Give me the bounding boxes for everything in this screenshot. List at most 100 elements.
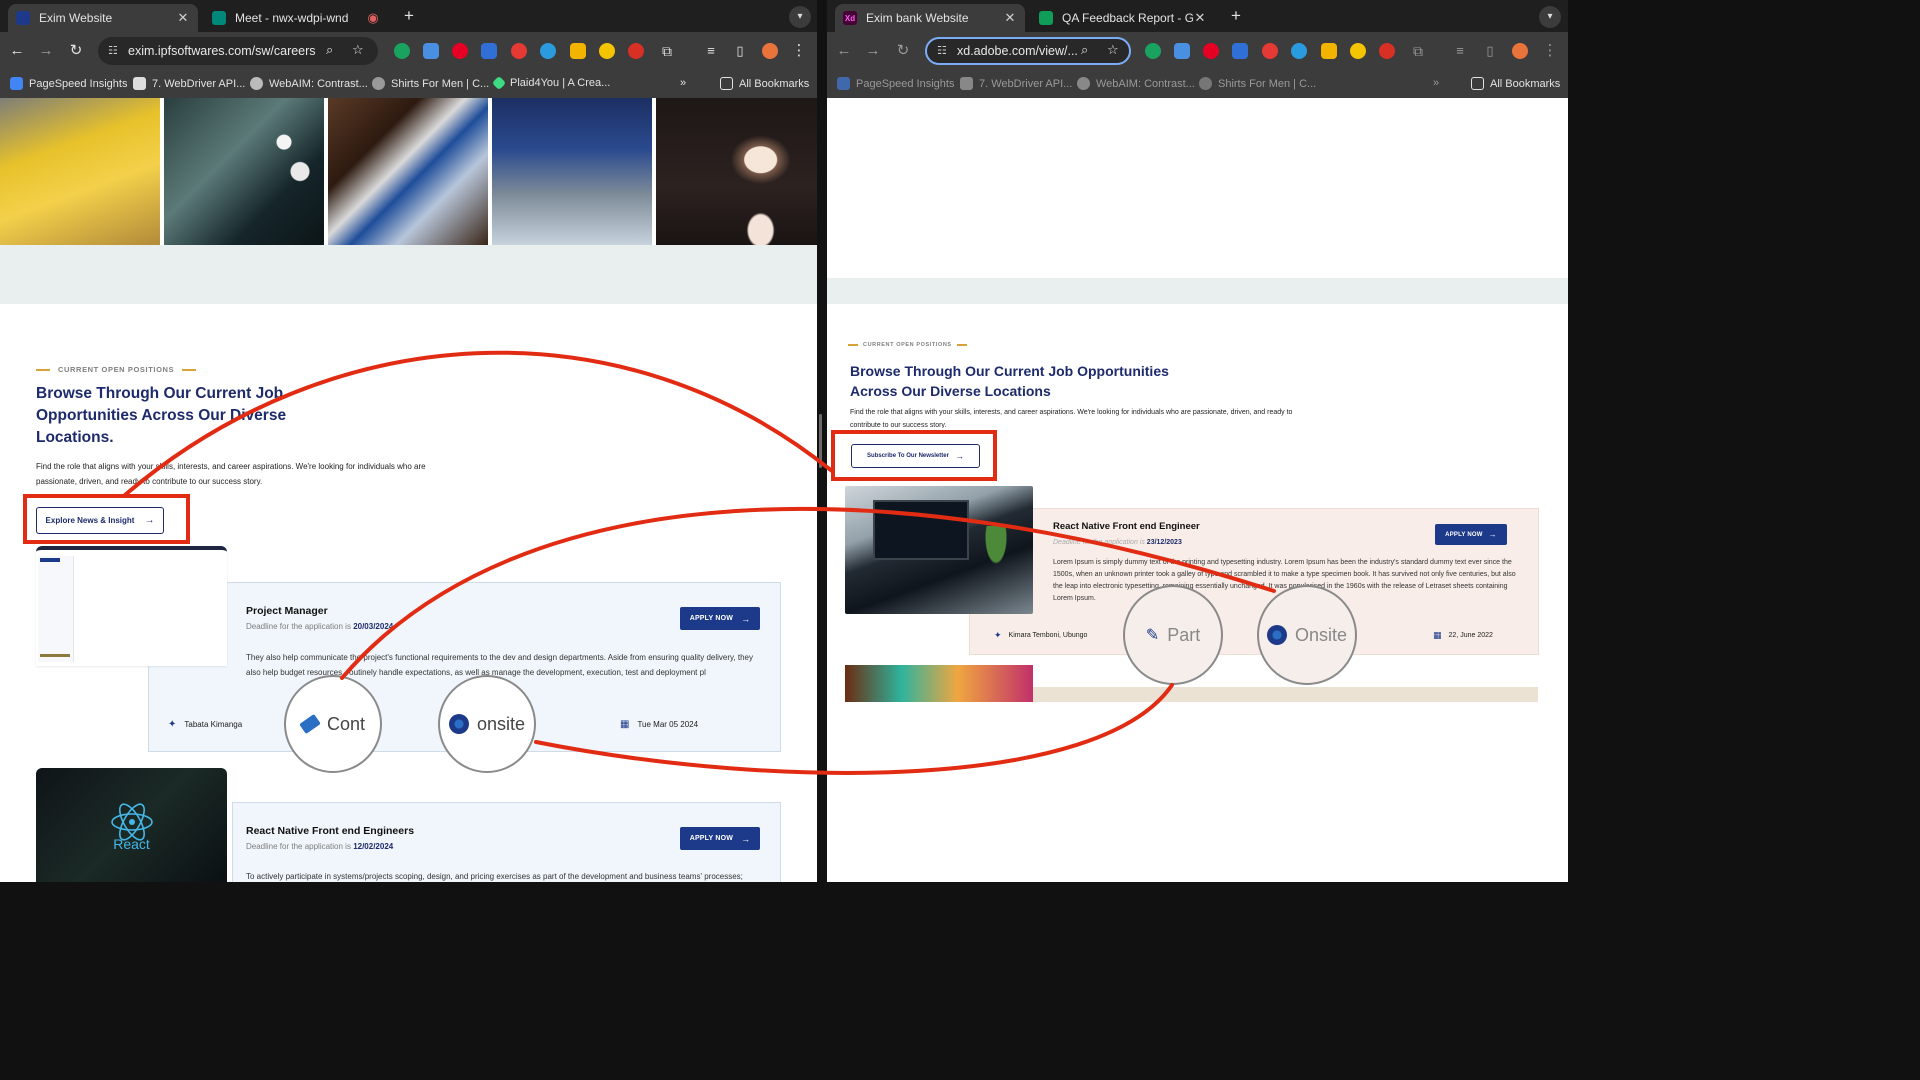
bookmark-webaim[interactable]: WebAIM: Contrast... [1077, 77, 1195, 90]
bookmark-star-icon[interactable]: ☆ [1107, 42, 1119, 58]
job-title: React Native Front end Engineers [246, 825, 415, 837]
color-picker-extension-icon[interactable] [540, 43, 556, 59]
zoom-mode-text: Onsite [1294, 624, 1348, 645]
reload-icon[interactable]: ↻ [65, 40, 87, 62]
all-bookmarks[interactable]: All Bookmarks [1471, 77, 1560, 90]
location-diamond-icon: ✦ [994, 630, 1002, 640]
section-description: Find the role that aligns with your skil… [36, 462, 426, 486]
adblock-extension-icon[interactable] [511, 43, 527, 59]
extensions-puzzle-icon[interactable]: ⧉ [1407, 40, 1429, 62]
site-settings-icon[interactable]: ☷ [937, 44, 947, 57]
pinterest-extension-icon[interactable] [1203, 43, 1219, 59]
tab-exim-website[interactable]: Exim Website ✕ [8, 4, 198, 32]
menu-icon[interactable]: ⋮ [788, 40, 810, 62]
docs-extension-icon[interactable] [1174, 43, 1190, 59]
pinterest-extension-icon[interactable] [452, 43, 468, 59]
job-date: ▦ 22, June 2022 [1433, 630, 1493, 640]
left-browser-window: Exim Website ✕ Meet - nwx-wdpi-wnd ◉ + ▾… [0, 0, 817, 882]
photo-spiral-stairs [164, 98, 324, 245]
forward-icon[interactable]: → [35, 40, 57, 62]
annotation-highlight-box [23, 494, 190, 544]
reload-icon[interactable]: ↻ [892, 40, 914, 62]
zoom-callout-mode: Onsite [1257, 585, 1357, 685]
pin-icon: ✎ [1145, 627, 1160, 644]
search-icon[interactable]: ⌕ [326, 42, 333, 58]
bookmark-webdriver[interactable]: 7. WebDriver API... [960, 77, 1072, 90]
pagespeed-icon [10, 77, 23, 90]
docs-extension-icon[interactable] [423, 43, 439, 59]
tab-search-button[interactable]: ▾ [789, 6, 811, 28]
profile-avatar[interactable] [1512, 43, 1528, 59]
bookmark-plaid4you[interactable]: Plaid4You | A Crea... [491, 75, 610, 91]
bookmark-webaim[interactable]: WebAIM: Contrast... [250, 77, 368, 90]
reading-list-icon[interactable]: ≡ [1449, 40, 1471, 62]
grammarly-extension-icon[interactable] [394, 43, 410, 59]
magnet-extension-icon[interactable] [1379, 43, 1395, 59]
bookmark-shirts[interactable]: Shirts For Men | C... [1199, 77, 1316, 90]
bookmark-pagespeed[interactable]: PageSpeed Insights [837, 77, 954, 90]
close-tab-icon[interactable]: ✕ [176, 10, 190, 26]
section-title: Browse Through Our Current Job Opportuni… [850, 363, 1169, 399]
profile-avatar[interactable] [762, 43, 778, 59]
a-extension-icon[interactable] [1350, 43, 1366, 59]
close-tab-icon[interactable]: ✕ [1193, 10, 1207, 26]
magnet-extension-icon[interactable] [628, 43, 644, 59]
thumbnail-footer [40, 654, 70, 657]
zoom-type-text: Part [1167, 624, 1201, 645]
search-icon[interactable]: ⌕ [1081, 42, 1088, 58]
location-diamond-icon: ✦ [168, 719, 177, 730]
section-divider-band [827, 278, 1568, 304]
all-bookmarks[interactable]: All Bookmarks [720, 77, 809, 90]
a-extension-icon[interactable] [599, 43, 615, 59]
menu-icon[interactable]: ⋮ [1539, 40, 1561, 62]
site-settings-icon[interactable]: ☷ [108, 44, 118, 57]
tab-meet[interactable]: Meet - nwx-wdpi-wnd ◉ [204, 4, 388, 32]
forward-icon[interactable]: → [862, 40, 884, 62]
reading-list-icon[interactable]: ≡ [700, 40, 722, 62]
new-tab-button[interactable]: + [1225, 6, 1247, 28]
bookmark-pagespeed[interactable]: PageSpeed Insights [10, 77, 127, 90]
folder-icon [720, 77, 733, 90]
browser-toolbar: ← → ↻ ☷ exim.ipfsoftwares.com/sw/careers… [0, 32, 817, 70]
back-icon[interactable]: ← [6, 40, 28, 62]
calendar-icon: ▦ [1433, 630, 1442, 640]
new-tab-button[interactable]: + [398, 6, 420, 28]
split-view-handle[interactable] [819, 414, 822, 468]
bookmark-webdriver[interactable]: 7. WebDriver API... [133, 77, 245, 90]
side-panel-icon[interactable]: ▯ [729, 40, 751, 62]
job-date: ▦ Tue Mar 05 2024 [620, 719, 699, 730]
bookmark-label: WebAIM: Contrast... [269, 77, 368, 90]
side-panel-icon[interactable]: ▯ [1479, 40, 1501, 62]
ft-extension-icon[interactable] [1232, 43, 1248, 59]
grammarly-extension-icon[interactable] [1145, 43, 1161, 59]
webdriver-icon [960, 77, 973, 90]
adblock-extension-icon[interactable] [1262, 43, 1278, 59]
eyebrow-label: CURRENT OPEN POSITIONS [28, 365, 204, 374]
folder-icon [1471, 77, 1484, 90]
tab-qa-feedback[interactable]: QA Feedback Report - Googl ✕ [1031, 4, 1215, 32]
back-icon[interactable]: ← [833, 40, 855, 62]
more-bookmarks-icon[interactable]: » [1433, 77, 1439, 89]
tab-exim-bank-website[interactable]: Xd Exim bank Website ✕ [835, 4, 1025, 32]
apply-now-button[interactable]: APPLY NOW → [680, 827, 760, 850]
tab-search-button[interactable]: ▾ [1539, 6, 1561, 28]
globe-icon [1199, 77, 1212, 90]
address-bar[interactable]: ☷ xd.adobe.com/view/... ⌕ ☆ [925, 37, 1131, 65]
job-title: React Native Front end Engineer [1053, 521, 1200, 532]
address-bar[interactable]: ☷ exim.ipfsoftwares.com/sw/careers ⌕ ☆ [98, 37, 378, 65]
google-extension-icon[interactable] [1321, 43, 1337, 59]
bookmark-star-icon[interactable]: ☆ [352, 42, 364, 58]
apply-now-button[interactable]: APPLY NOW → [1435, 524, 1507, 545]
google-extension-icon[interactable] [570, 43, 586, 59]
bookmark-label: Shirts For Men | C... [391, 77, 490, 90]
extensions-puzzle-icon[interactable]: ⧉ [656, 40, 678, 62]
apply-now-button[interactable]: APPLY NOW → [680, 607, 760, 630]
color-picker-extension-icon[interactable] [1291, 43, 1307, 59]
close-tab-icon[interactable]: ✕ [1003, 10, 1017, 26]
more-bookmarks-icon[interactable]: » [680, 77, 686, 89]
ft-extension-icon[interactable] [481, 43, 497, 59]
bookmark-label: PageSpeed Insights [856, 77, 955, 90]
bookmark-shirts[interactable]: Shirts For Men | C... [372, 77, 489, 90]
section-divider-band [0, 245, 817, 304]
bookmark-label: All Bookmarks [1490, 77, 1561, 90]
